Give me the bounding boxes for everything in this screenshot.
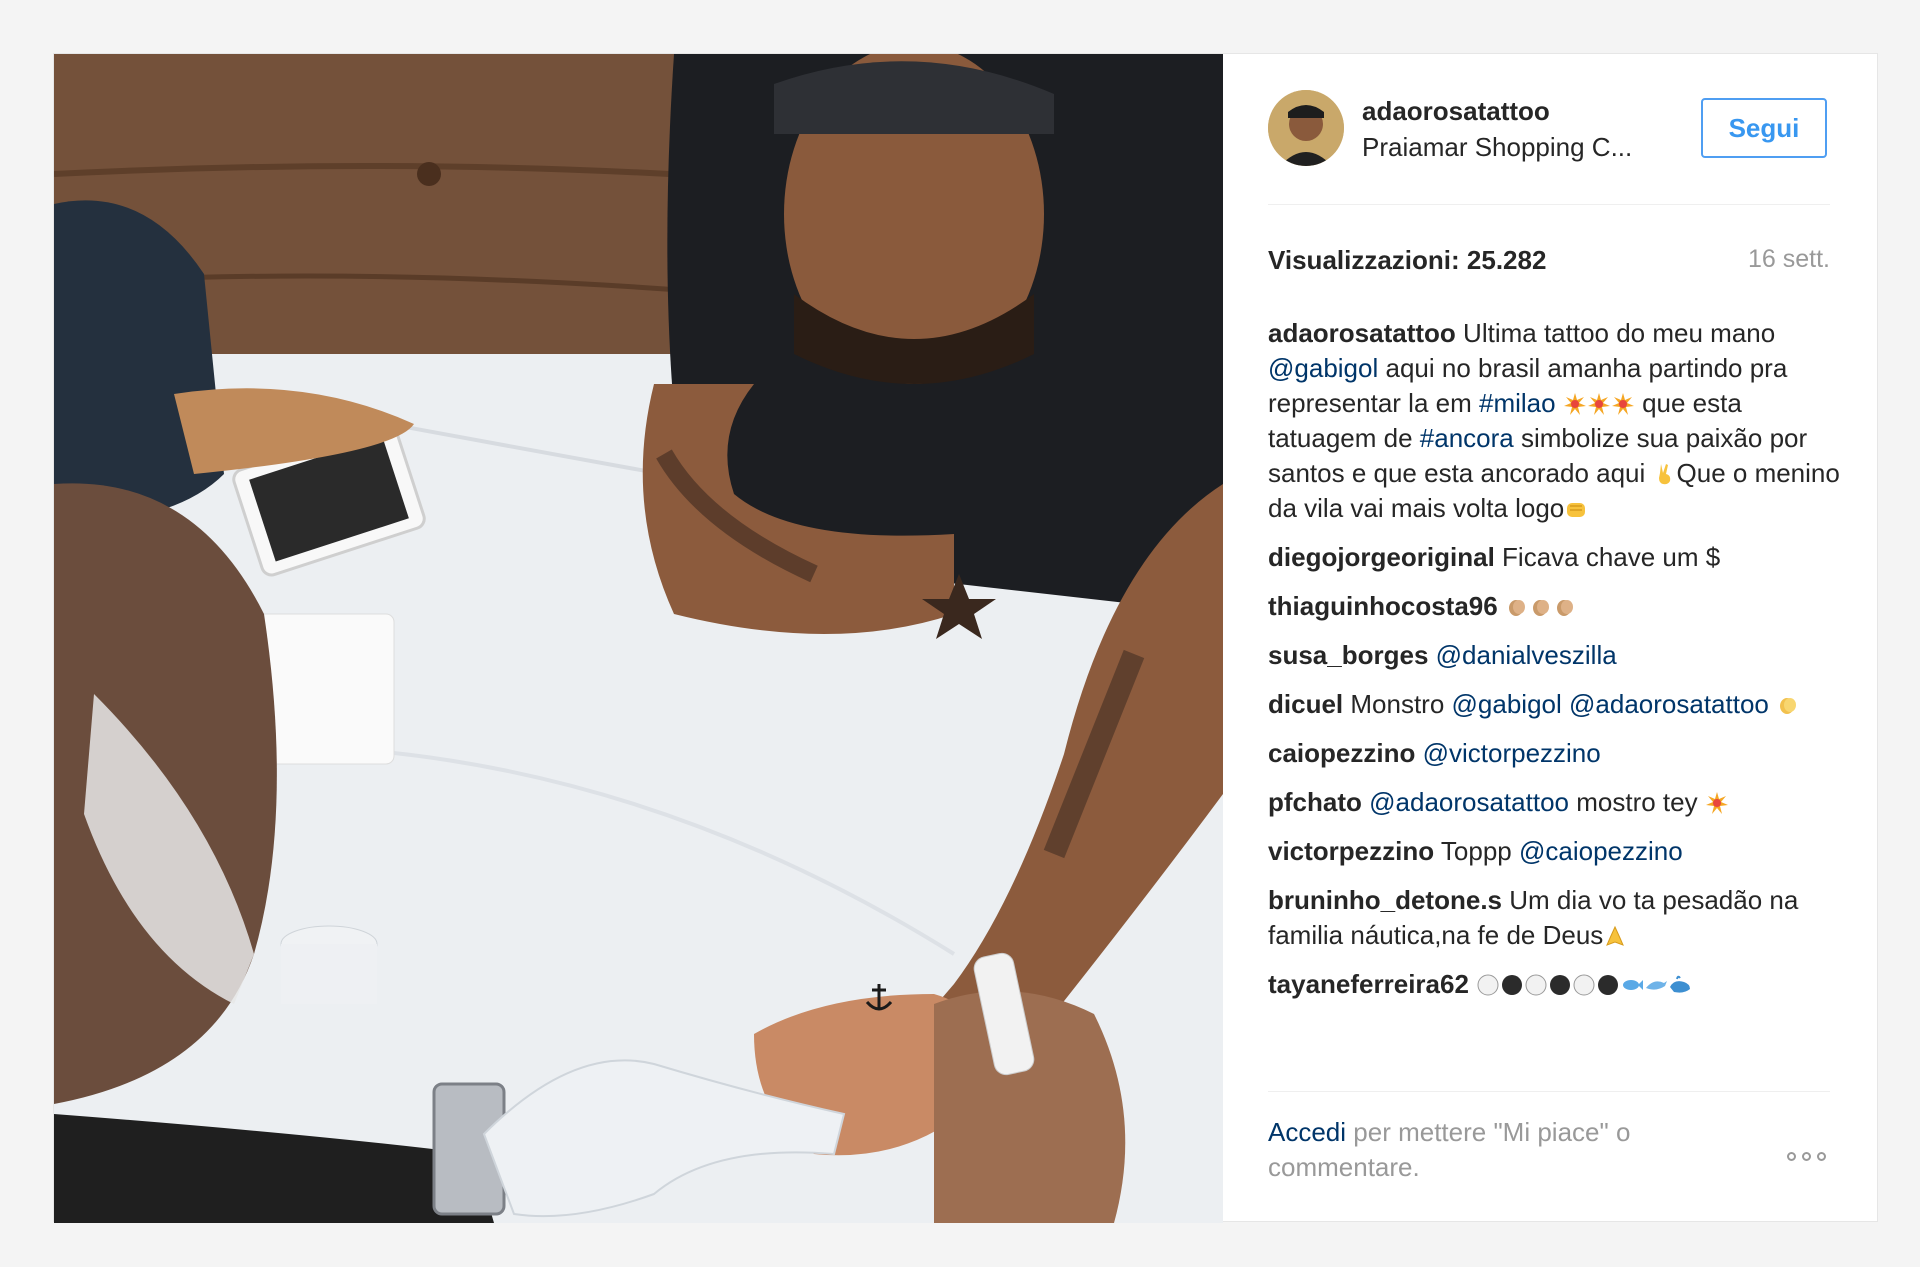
comment-username[interactable]: caiopezzino: [1268, 738, 1415, 768]
white-circle-emoji-icon: [1525, 974, 1547, 996]
comment-text: Ficava chave um $: [1502, 542, 1721, 572]
whale-emoji-icon: [1670, 975, 1691, 993]
post-card: adaorosatattoo Praiamar Shopping C... Se…: [53, 53, 1879, 1223]
folded-hands-emoji-icon: [1606, 925, 1625, 946]
divider: [1268, 1091, 1830, 1092]
owner-location[interactable]: Praiamar Shopping C...: [1362, 132, 1632, 163]
collision-emoji-icon: [1587, 393, 1610, 415]
mention-link[interactable]: @caiopezzino: [1519, 836, 1683, 866]
comment: susa_borges @danialveszilla: [1268, 638, 1840, 673]
fist-emoji-icon: [1567, 503, 1586, 517]
white-circle-emoji-icon: [1573, 974, 1595, 996]
comment: dicuel Monstro @gabigol @adaorosatattoo: [1268, 687, 1840, 722]
dot-icon: [1802, 1151, 1811, 1161]
more-options-icon[interactable]: [1787, 1149, 1833, 1163]
comment-username[interactable]: tayaneferreira62: [1268, 969, 1469, 999]
mention-link[interactable]: @gabigol: [1452, 689, 1562, 719]
comment-username[interactable]: susa_borges: [1268, 640, 1428, 670]
mention-link[interactable]: @adaorosatattoo: [1569, 689, 1769, 719]
comment: victorpezzino Toppp @caiopezzino: [1268, 834, 1840, 869]
hashtag-link[interactable]: #milao: [1479, 388, 1556, 418]
hashtag-link[interactable]: #ancora: [1420, 423, 1514, 453]
avatar[interactable]: [1268, 90, 1344, 166]
post-details-panel: adaorosatattoo Praiamar Shopping C... Se…: [1223, 54, 1879, 1223]
comment-text: mostro tey: [1576, 787, 1698, 817]
post-header: adaorosatattoo Praiamar Shopping C... Se…: [1268, 90, 1830, 178]
clapping-hands-emoji-icon: [1780, 698, 1797, 714]
caption-text: Ultima tattoo do meu mano: [1463, 318, 1776, 348]
comment: diegojorgeoriginal Ficava chave um $: [1268, 540, 1840, 575]
comment-username[interactable]: victorpezzino: [1268, 836, 1434, 866]
mention-link[interactable]: @gabigol: [1268, 353, 1378, 383]
mention-link[interactable]: @danialveszilla: [1436, 640, 1617, 670]
login-link[interactable]: Accedi: [1268, 1117, 1346, 1147]
comment: thiaguinhocosta96: [1268, 589, 1840, 624]
views-count: Visualizzazioni: 25.282: [1268, 245, 1547, 275]
dolphin-emoji-icon: [1646, 981, 1668, 990]
follow-button[interactable]: Segui: [1701, 98, 1827, 158]
mention-link[interactable]: @adaorosatattoo: [1369, 787, 1569, 817]
comment: bruninho_detone.s Um dia vo ta pesadão n…: [1268, 883, 1840, 953]
post-photo[interactable]: [54, 54, 1223, 1223]
login-prompt: Accedi per mettere "Mi piace" o commenta…: [1268, 1115, 1728, 1185]
collision-emoji-icon: [1563, 393, 1586, 415]
divider: [1268, 204, 1830, 205]
dot-icon: [1787, 1151, 1796, 1161]
caption-username[interactable]: adaorosatattoo: [1268, 318, 1456, 348]
comment: caiopezzino @victorpezzino: [1268, 736, 1840, 771]
black-circle-emoji-icon: [1502, 975, 1523, 995]
collision-emoji-icon: [1705, 792, 1728, 814]
comments-list: adaorosatattoo Ultima tattoo do meu mano…: [1268, 316, 1840, 1016]
owner-username[interactable]: adaorosatattoo: [1362, 96, 1550, 127]
white-circle-emoji-icon: [1477, 974, 1499, 996]
fish-emoji-icon: [1623, 980, 1644, 990]
comment-username[interactable]: dicuel: [1268, 689, 1343, 719]
clapping-hands-emoji-icon: [1508, 600, 1525, 616]
dot-icon: [1817, 1151, 1826, 1161]
comment-username[interactable]: diegojorgeoriginal: [1268, 542, 1495, 572]
clapping-hands-emoji-icon: [1532, 600, 1549, 616]
clapping-hands-emoji-icon: [1556, 600, 1573, 616]
comment: tayaneferreira62: [1268, 967, 1840, 1002]
victory-hand-emoji-icon: [1658, 464, 1670, 485]
comment: pfchato @adaorosatattoo mostro tey: [1268, 785, 1840, 820]
comment-username[interactable]: pfchato: [1268, 787, 1362, 817]
comment-text: Monstro: [1350, 689, 1445, 719]
collision-emoji-icon: [1611, 393, 1634, 415]
post-timestamp[interactable]: 16 sett.: [1748, 245, 1830, 274]
black-circle-emoji-icon: [1550, 975, 1571, 995]
black-circle-emoji-icon: [1598, 975, 1619, 995]
comment-text: Toppp: [1440, 836, 1512, 866]
caption: adaorosatattoo Ultima tattoo do meu mano…: [1268, 316, 1840, 526]
comment-username[interactable]: thiaguinhocosta96: [1268, 591, 1498, 621]
mention-link[interactable]: @victorpezzino: [1423, 738, 1601, 768]
comment-username[interactable]: bruninho_detone.s: [1268, 885, 1502, 915]
